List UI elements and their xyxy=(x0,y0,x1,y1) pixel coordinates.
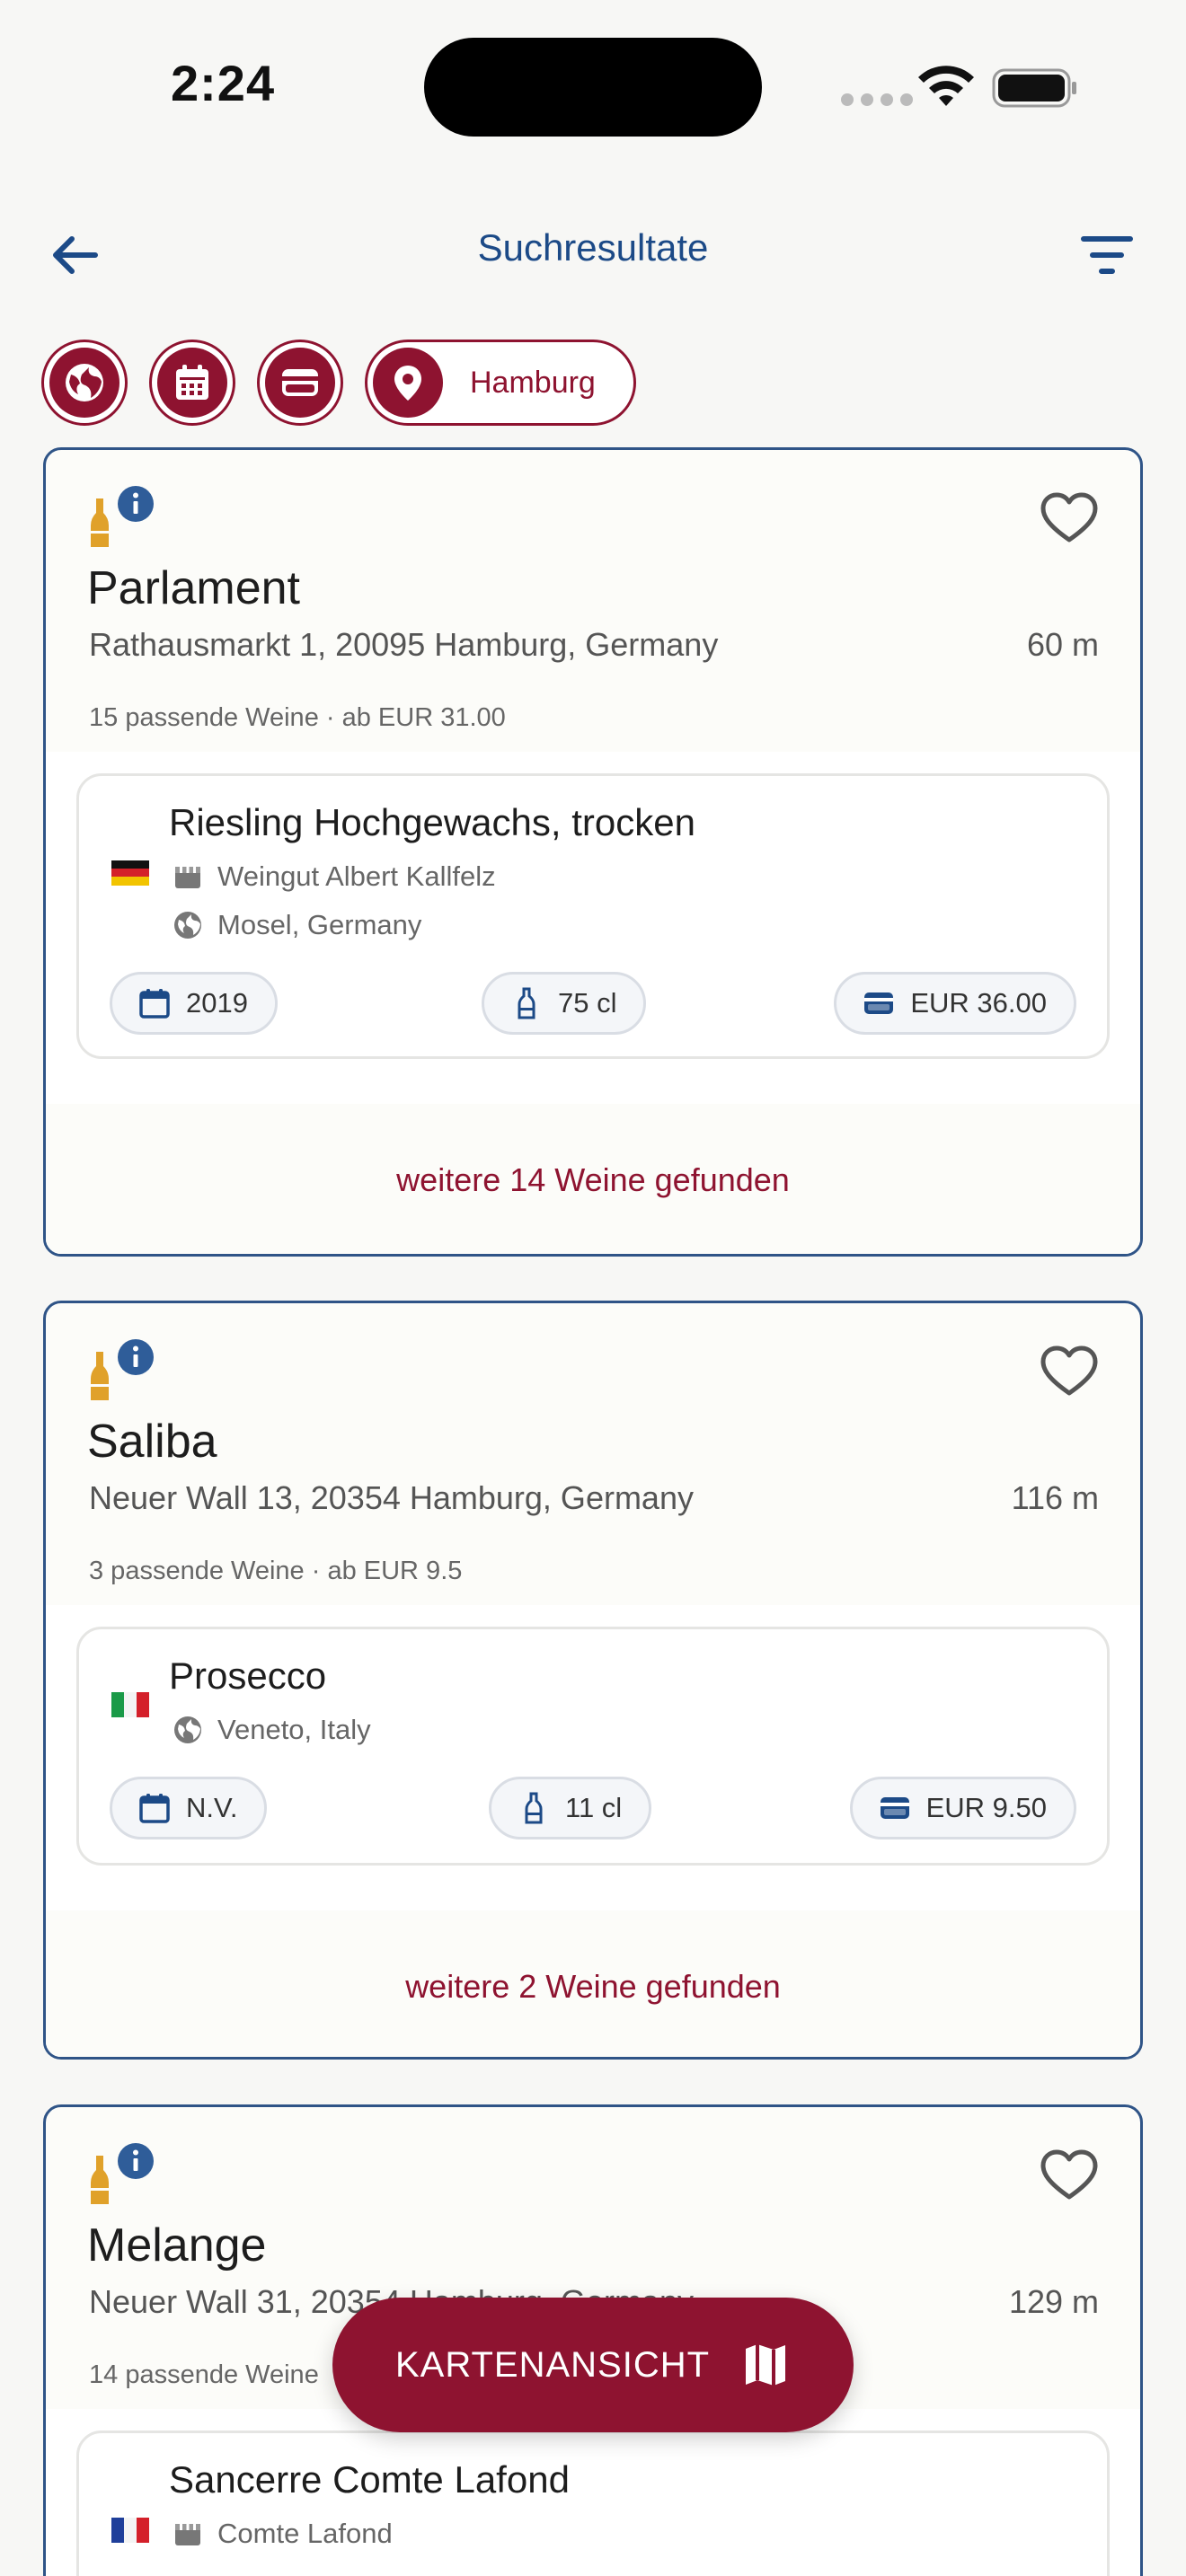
wifi-icon xyxy=(918,66,974,106)
wallet-icon xyxy=(880,1797,909,1819)
filter-chips: Hamburg xyxy=(41,340,636,426)
favorite-heart-icon[interactable] xyxy=(1040,1345,1099,1398)
venue-address: Neuer Wall 13, 20354 Hamburg, Germany xyxy=(89,1479,694,1516)
info-icon[interactable] xyxy=(116,1337,155,1377)
map-view-label: KARTENANSICHT xyxy=(394,2344,711,2385)
wine-item[interactable]: Riesling Hochgewachs, trocken Weingut Al… xyxy=(76,773,1110,1059)
wine-item[interactable]: Sancerre Comte Lafond Comte Lafond xyxy=(76,2430,1110,2576)
france-flag-icon xyxy=(111,2518,149,2543)
price-pill: EUR 9.50 xyxy=(849,1777,1076,1839)
producer-row: Weingut Albert Kallfelz xyxy=(173,860,496,893)
info-icon[interactable] xyxy=(116,2141,155,2181)
wine-vintage: 2019 xyxy=(186,987,248,1019)
calendar-icon xyxy=(176,365,208,400)
wine-volume: 75 cl xyxy=(558,987,617,1019)
status-bar: 2:24 xyxy=(0,0,1186,171)
region-filter-chip[interactable] xyxy=(41,340,128,426)
page-title: Suchresultate xyxy=(477,226,709,269)
wallet-icon xyxy=(282,369,318,396)
wallet-icon xyxy=(864,992,894,1014)
wine-name: Riesling Hochgewachs, trocken xyxy=(169,801,695,843)
wine-producer: Weingut Albert Kallfelz xyxy=(217,860,496,892)
location-filter-chip[interactable]: Hamburg xyxy=(365,340,636,426)
price-pill: EUR 36.00 xyxy=(834,972,1076,1035)
more-wines-link[interactable]: weitere 14 Weine gefunden xyxy=(46,1104,1140,1254)
region-row: Veneto, Italy xyxy=(173,1714,371,1746)
bottle-icon xyxy=(91,498,109,547)
info-icon[interactable] xyxy=(116,484,155,524)
volume-pill: 11 cl xyxy=(489,1777,652,1839)
map-view-button[interactable]: KARTENANSICHT xyxy=(332,2298,854,2432)
bottle-outline-icon xyxy=(525,1792,543,1824)
region-row: Mosel, Germany xyxy=(173,909,421,941)
globe-icon xyxy=(174,912,201,939)
bottle-icon xyxy=(91,1352,109,1400)
italy-flag-icon xyxy=(111,1692,149,1717)
map-icon xyxy=(746,2344,786,2386)
filter-list-icon[interactable] xyxy=(1078,230,1136,280)
wine-producer: Comte Lafond xyxy=(217,2518,393,2549)
venue-summary: 14 passende Weine xyxy=(89,2360,319,2389)
venue-distance: 60 m xyxy=(1026,626,1099,663)
vintage-pill: 2019 xyxy=(110,972,278,1035)
status-time: 2:24 xyxy=(171,55,276,111)
venue-card[interactable]: Saliba Neuer Wall 13, 20354 Hamburg, Ger… xyxy=(43,1301,1143,2060)
wine-price: EUR 36.00 xyxy=(910,987,1047,1019)
wine-region: Veneto, Italy xyxy=(217,1714,371,1745)
venue-name: Melange xyxy=(87,2219,267,2272)
venue-distance: 129 m xyxy=(1008,2283,1099,2320)
germany-flag-icon xyxy=(111,860,149,886)
venue-name: Parlament xyxy=(87,562,300,614)
dynamic-island xyxy=(424,38,762,137)
wine-volume: 11 cl xyxy=(565,1792,623,1823)
location-pin-icon xyxy=(394,366,421,401)
cellular-signal-icon xyxy=(841,93,913,106)
location-filter-label: Hamburg xyxy=(470,365,596,400)
venue-name: Saliba xyxy=(87,1416,217,1468)
bottle-icon xyxy=(91,2156,109,2204)
wine-price: EUR 9.50 xyxy=(925,1792,1047,1823)
venue-card[interactable]: Parlament Rathausmarkt 1, 20095 Hamburg,… xyxy=(43,447,1143,1257)
favorite-heart-icon[interactable] xyxy=(1040,2148,1099,2202)
venue-summary: 3 passende Weine · ab EUR 9.5 xyxy=(89,1557,463,1585)
winery-icon xyxy=(175,2524,200,2545)
calendar-icon xyxy=(139,989,170,1019)
venue-address: Rathausmarkt 1, 20095 Hamburg, Germany xyxy=(89,626,719,663)
price-filter-chip[interactable] xyxy=(257,340,343,426)
venue-summary: 15 passende Weine · ab EUR 31.00 xyxy=(89,703,506,732)
wine-name: Sancerre Comte Lafond xyxy=(169,2458,570,2501)
producer-row: Comte Lafond xyxy=(173,2518,393,2550)
winery-icon xyxy=(175,867,200,888)
wine-item[interactable]: Prosecco Veneto, Italy N.V. 11 cl EUR 9.… xyxy=(76,1627,1110,1866)
bottle-outline-icon xyxy=(518,987,535,1019)
wine-region: Mosel, Germany xyxy=(217,909,422,940)
globe-icon xyxy=(174,1716,201,1743)
vintage-pill: N.V. xyxy=(110,1777,268,1839)
volume-pill: 75 cl xyxy=(482,972,647,1035)
favorite-heart-icon[interactable] xyxy=(1040,491,1099,545)
wine-name: Prosecco xyxy=(169,1654,327,1697)
venue-distance: 116 m xyxy=(1011,1479,1099,1516)
wine-vintage: N.V. xyxy=(186,1792,238,1823)
battery-icon xyxy=(992,68,1076,108)
vintage-filter-chip[interactable] xyxy=(149,340,235,426)
more-wines-link[interactable]: weitere 2 Weine gefunden xyxy=(46,1910,1140,2057)
globe-icon xyxy=(66,364,103,401)
top-app-bar: Suchresultate xyxy=(0,207,1186,296)
calendar-icon xyxy=(139,1794,170,1823)
